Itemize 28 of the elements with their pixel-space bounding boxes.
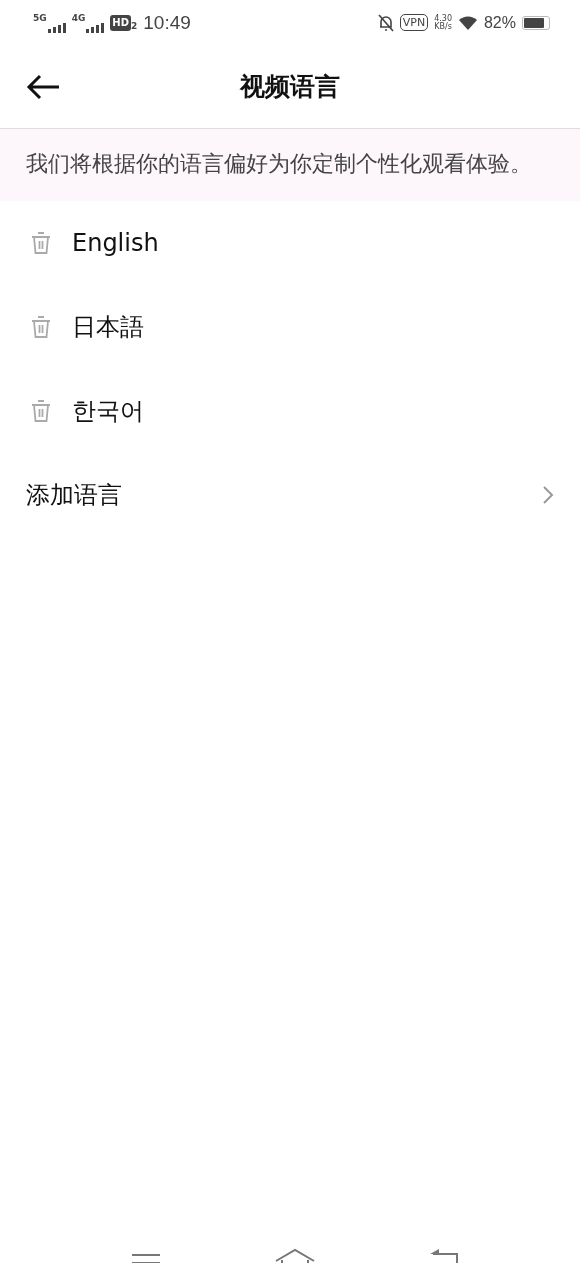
network-label: 5G (33, 12, 47, 23)
trash-icon[interactable] (31, 315, 51, 339)
trash-icon[interactable] (31, 399, 51, 423)
network-label: 4G (71, 12, 86, 23)
home-icon[interactable] (275, 1247, 315, 1263)
battery-icon (522, 15, 550, 30)
wifi-icon (457, 14, 478, 31)
signal-icon (86, 22, 105, 33)
language-name: 한국어 (72, 396, 144, 427)
add-language-row[interactable]: 添加语言 (0, 453, 580, 537)
vpn-badge: VPN (399, 14, 429, 31)
battery-percent: 82% (483, 13, 516, 32)
chevron-right-icon (542, 485, 554, 505)
hd-badge: HD (110, 14, 131, 31)
add-language-label: 添加语言 (26, 480, 122, 511)
notice-text: 我们将根据你的语言偏好为你定制个性化观看体验。 (26, 150, 533, 178)
trash-icon[interactable] (31, 231, 51, 255)
page-title: 视频语言 (240, 71, 340, 103)
language-name: 日本語 (72, 312, 144, 343)
back-arrow-icon[interactable] (26, 73, 60, 100)
back-icon[interactable] (430, 1247, 460, 1263)
speed-unit: KB/s (434, 22, 452, 31)
muted-bell-icon (377, 13, 394, 32)
language-name: English (72, 229, 159, 257)
signal-icon (47, 22, 66, 33)
clock-time: 10:49 (143, 11, 191, 34)
speed-value: 4.30 (434, 14, 452, 23)
hd-subscript: 2 (131, 21, 138, 31)
